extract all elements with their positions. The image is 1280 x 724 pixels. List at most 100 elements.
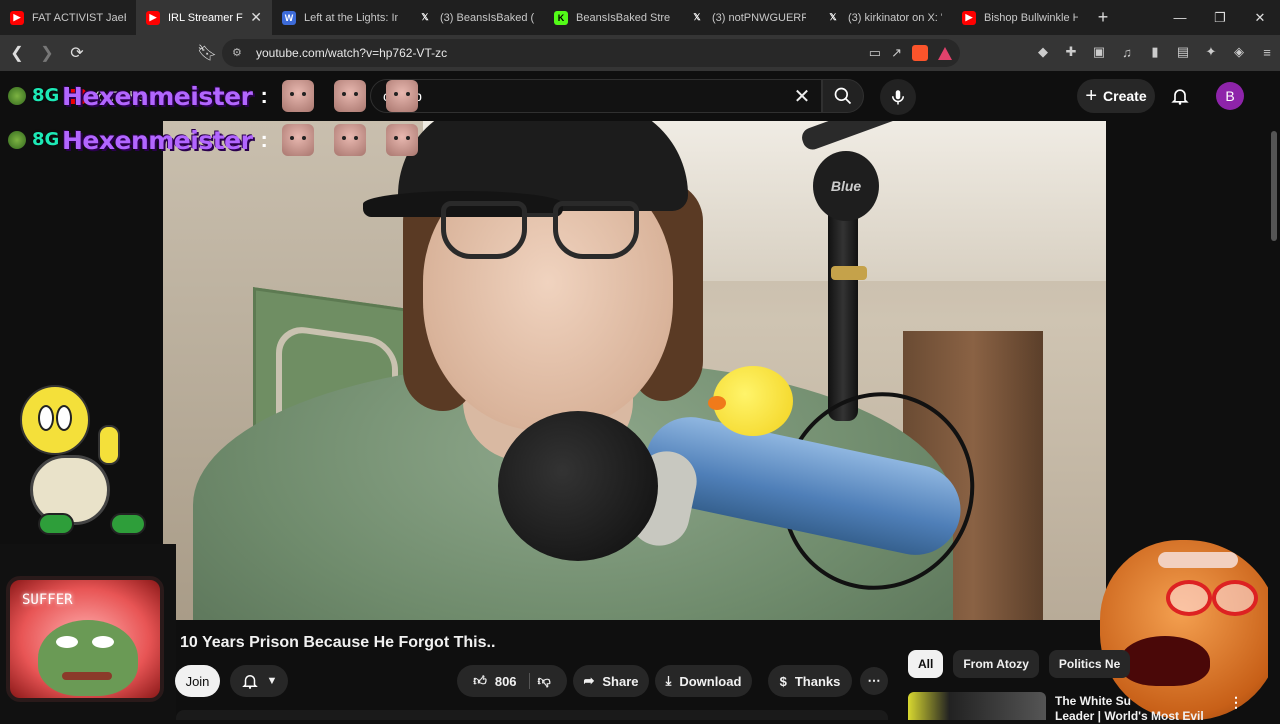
thanks-icon: $ [779,673,787,689]
browser-tab[interactable]: K BeansIsBaked Stream [544,0,680,35]
browser-tab[interactable]: ▶ FAT ACTIVIST JaeB [0,0,136,35]
bookmark-icon[interactable]: 🔖︎ [194,40,220,66]
bell-icon [241,675,258,689]
chat-message: 8G Hexenmeister : [8,124,432,156]
search-icon [834,87,852,105]
youtube-icon: ▶ [10,10,24,25]
video-scene-duck-beak [708,396,726,410]
subscription-bell-button[interactable]: ▼ [230,665,288,697]
plus-icon: + [1085,84,1098,107]
browser-tab[interactable]: 𝕏 (3) BeansIsBaked (@B [408,0,544,35]
chip-from-channel[interactable]: From Atozy [953,650,1039,678]
youtube-icon: ▶ [146,10,160,25]
wordpress-icon: W [282,10,296,25]
tab-title: (3) BeansIsBaked (@B [440,11,534,24]
more-vertical-icon[interactable]: ⋮ [1228,694,1244,714]
youtube-icon: ▶ [962,10,976,25]
chip-politics[interactable]: Politics Ne [1048,650,1131,678]
koopa-troopa-overlay [10,385,155,545]
browser-tab-active[interactable]: ▶ IRL Streamer F ✕ [136,0,272,35]
chat-badge-text: 8G [32,129,60,150]
browser-tab[interactable]: ▶ Bishop Bullwinkle Hel [952,0,1088,35]
vpn-icon[interactable]: ◈ [1230,43,1248,61]
download-button[interactable]: ⤓ Download [655,665,752,697]
join-button[interactable]: Join [175,665,220,697]
close-tab-icon[interactable]: ✕ [250,9,262,26]
back-button[interactable]: ❮ [4,40,30,66]
chip-all[interactable]: All [908,650,944,678]
address-bar[interactable]: ⚙ youtube.com/watch?v=hp762-VT-zc ▭ ↗ [222,39,960,67]
meme-face-overlay [1100,540,1280,720]
recommendation-thumbnail[interactable] [908,692,1046,720]
description-box[interactable] [176,710,888,720]
video-player[interactable]: Blue [163,121,1106,620]
chat-badge-icon [8,131,26,149]
share-label: Share [602,673,639,689]
reload-button[interactable]: ⟳ [64,40,90,66]
close-window-icon[interactable]: ✕ [1240,0,1280,35]
like-button[interactable]: 👍︎ 806 [473,673,530,689]
notifications-button[interactable] [1168,84,1192,108]
search-input[interactable]: crumb [370,79,822,113]
browser-tab[interactable]: 𝕏 (3) notPNWGUERRILL [680,0,816,35]
new-tab-button[interactable]: + [1088,3,1118,33]
share-page-icon[interactable]: ↗ [891,45,902,61]
chat-emote-icon [385,124,418,156]
puzzle-icon[interactable]: ✚ [1062,43,1080,61]
browser-tab-bar: ▶ FAT ACTIVIST JaeB ▶ IRL Streamer F ✕ W… [0,0,1280,35]
media-icon[interactable]: ♫ [1118,43,1136,61]
brave-rewards-icon[interactable] [938,46,952,60]
chat-badge-text: 8G [32,85,60,106]
sidebar-icon[interactable]: ▮ [1146,43,1164,61]
search-button[interactable] [822,79,864,113]
minimize-icon[interactable]: — [1160,0,1200,35]
brave-shields-icon[interactable] [912,45,928,61]
chat-emote-icon [281,124,314,156]
chat-emote-icon [281,80,314,112]
window-controls: — ❐ ✕ [1160,0,1280,35]
browser-tab[interactable]: W Left at the Lights: Ima [272,0,408,35]
site-info-icon[interactable]: ⚙ [232,46,246,60]
suffer-overlay: SUFFER [0,544,176,720]
thumbs-down-icon: 👎︎ [537,673,551,688]
browser-tab[interactable]: 𝕏 (3) kirkinator on X: "N [816,0,952,35]
scrollbar-thumb[interactable] [1271,131,1277,241]
crt-screen: SUFFER [6,576,164,702]
tab-title: (3) notPNWGUERRILL [712,11,806,24]
more-actions-button[interactable]: ⋯ [860,667,888,695]
restore-icon[interactable]: ❐ [1200,0,1240,35]
chat-separator: : [260,127,268,152]
url-text: youtube.com/watch?v=hp762-VT-zc [256,46,448,60]
clear-search-icon[interactable]: ✕ [790,84,814,108]
cast-icon[interactable]: ▭ [869,45,881,61]
video-scene-mic-foam [498,411,658,561]
share-button[interactable]: ➦ Share [573,665,649,697]
chat-emote-icon [385,80,418,112]
menu-icon[interactable]: ≡ [1258,43,1276,61]
rec-title-line: The White Su [1055,694,1131,708]
video-title: 10 Years Prison Because He Forgot This.. [180,634,496,651]
wallet-icon[interactable]: ▤ [1174,43,1192,61]
download-label: Download [679,673,742,689]
recommendation-chips: All From Atozy Politics Ne [908,650,1131,678]
leo-icon[interactable]: ✦ [1202,43,1220,61]
tab-title: Bishop Bullwinkle Hel [984,11,1078,24]
chat-message: 8G Hexenmeister : [8,80,432,112]
extension-icon[interactable]: ▣ [1090,43,1108,61]
tab-title: IRL Streamer F [168,11,243,24]
tab-title: BeansIsBaked Stream [576,11,670,24]
download-icon: ⤓ [665,673,672,688]
page-scrollbar[interactable] [1268,121,1280,720]
avatar[interactable]: B [1216,82,1244,110]
chevron-down-icon: ▼ [266,675,278,687]
chat-badge-icon [8,87,26,105]
dislike-button[interactable]: 👎︎ [538,673,551,689]
thanks-button[interactable]: $ Thanks [768,665,852,697]
chat-separator: : [260,83,268,108]
extension-icon[interactable]: ◆ [1034,43,1052,61]
voice-search-button[interactable] [880,79,916,115]
share-icon: ➦ [583,673,595,688]
create-button[interactable]: + Create [1077,79,1155,113]
forward-button[interactable]: ❯ [34,40,60,66]
pepe-image [38,620,138,696]
